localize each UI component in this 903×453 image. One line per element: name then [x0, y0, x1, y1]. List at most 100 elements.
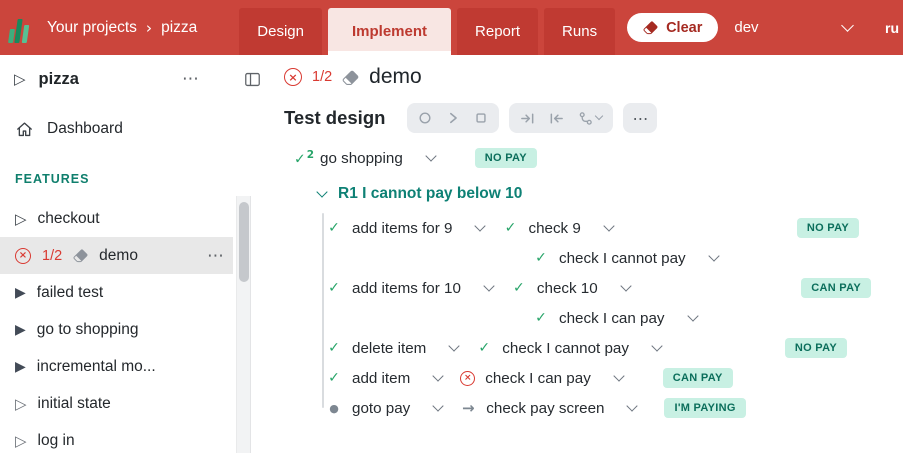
step-label[interactable]: check 10 — [537, 280, 598, 297]
chevron-down-icon[interactable] — [708, 250, 719, 261]
check-icon: ✓ — [326, 220, 342, 236]
run-controls-group — [407, 103, 499, 133]
step-row: ✓ add item × check I can pay CAN PAY — [282, 363, 903, 393]
tab-runs[interactable]: Runs — [544, 8, 615, 55]
chevron-down-icon[interactable] — [433, 400, 444, 411]
tab-report[interactable]: Report — [457, 8, 538, 55]
chevron-down-icon — [841, 19, 854, 32]
check-icon: ✓ — [511, 280, 527, 296]
sidebar-scrollbar[interactable] — [236, 196, 251, 453]
chevron-down-icon[interactable] — [620, 280, 631, 291]
step-label[interactable]: check I can pay — [485, 370, 591, 387]
sidebar-project-row[interactable]: ▷ pizza ⋯ — [0, 62, 272, 96]
chevron-down-icon[interactable] — [651, 340, 662, 351]
env-selector[interactable]: dev — [734, 19, 852, 36]
play-filled-icon: ▶ — [15, 322, 26, 338]
eraser-icon — [73, 248, 88, 263]
chevron-down-icon[interactable] — [603, 220, 614, 231]
chevron-down-icon[interactable] — [316, 186, 327, 197]
app-window: Your projects › pizza Design Implement R… — [0, 0, 903, 453]
chevron-down-icon[interactable] — [483, 280, 494, 291]
main-tabs: Design Implement Report Runs — [239, 8, 615, 55]
step-label[interactable]: check I cannot pay — [502, 340, 629, 357]
page-title: demo — [369, 65, 422, 89]
chevron-down-icon[interactable] — [613, 370, 624, 381]
step-label[interactable]: check I can pay — [559, 310, 665, 327]
section-title: Test design — [284, 107, 385, 129]
dashboard-label: Dashboard — [47, 120, 123, 138]
app-logo-icon[interactable] — [9, 13, 37, 43]
step-row: ✓ add items for 9 ✓ check 9 NO PAY — [282, 213, 903, 243]
step-label[interactable]: go shopping — [320, 150, 403, 167]
step-label[interactable]: goto pay — [352, 400, 410, 417]
sidebar-item-initial-state[interactable]: ▷ initial state — [0, 385, 233, 422]
arrow-right-icon: → — [460, 399, 476, 417]
record-button[interactable] — [418, 111, 432, 125]
chevron-down-icon[interactable] — [475, 220, 486, 231]
play-button[interactable] — [446, 111, 460, 125]
chevron-down-icon[interactable] — [425, 150, 436, 161]
status-badge: CAN PAY — [801, 278, 871, 298]
error-status-icon: × — [284, 68, 302, 86]
check-icon: ✓ — [533, 250, 549, 266]
step-forward-button[interactable] — [520, 111, 535, 126]
sidebar-item-checkout[interactable]: ▷ checkout — [0, 200, 233, 237]
home-icon — [15, 120, 34, 139]
step-back-button[interactable] — [549, 111, 564, 126]
demo-more-button[interactable]: ⋯ — [207, 246, 225, 266]
collapse-sidebar-icon[interactable] — [243, 70, 262, 89]
sidebar-item-go-to-shopping[interactable]: ▶ go to shopping — [0, 311, 233, 348]
step-label[interactable]: add item — [352, 370, 410, 387]
step-label[interactable]: add items for 9 — [352, 220, 452, 237]
play-filled-icon: ▶ — [15, 285, 26, 301]
status-badge: NO PAY — [797, 218, 859, 238]
sidebar: ▷ pizza ⋯ Dashboard FEATURES ▷ checkout … — [0, 55, 272, 453]
sidebar-item-log-in[interactable]: ▷ log in — [0, 422, 233, 453]
step-controls-group — [509, 103, 613, 133]
sidebar-item-dashboard[interactable]: Dashboard — [0, 112, 272, 146]
rule-group-label[interactable]: R1 I cannot pay below 10 — [338, 185, 522, 203]
chevron-down-icon[interactable] — [449, 340, 460, 351]
step-label[interactable]: check pay screen — [486, 400, 604, 417]
check-icon: ✓ — [502, 220, 518, 236]
step-label[interactable]: delete item — [352, 340, 426, 357]
status-badge: I'M PAYING — [664, 398, 745, 418]
error-status-icon: × — [15, 248, 31, 264]
clear-button[interactable]: Clear — [627, 13, 718, 42]
stop-button[interactable] — [474, 111, 488, 125]
breadcrumb-current[interactable]: pizza — [161, 19, 197, 37]
tab-design[interactable]: Design — [239, 8, 322, 55]
chevron-down-icon[interactable] — [687, 310, 698, 321]
check-icon: ✓ — [326, 370, 342, 386]
step-row: ● goto pay → check pay screen I'M PAYING — [282, 393, 903, 423]
branch-options-button[interactable] — [578, 111, 602, 126]
run-button[interactable]: ru — [885, 20, 903, 36]
tab-implement[interactable]: Implement — [328, 8, 451, 55]
breadcrumb: Your projects › pizza — [47, 19, 197, 37]
step-label[interactable]: add items for 10 — [352, 280, 461, 297]
project-more-button[interactable]: ⋯ — [182, 69, 200, 89]
breadcrumb-projects[interactable]: Your projects — [47, 19, 137, 37]
sidebar-item-demo[interactable]: × 1/2 demo ⋯ — [0, 237, 233, 274]
step-row: ✓ check I cannot pay — [282, 243, 903, 273]
eraser-icon — [342, 69, 359, 86]
chevron-down-icon[interactable] — [433, 370, 444, 381]
status-badge: NO PAY — [475, 148, 537, 168]
scrollbar-thumb[interactable] — [239, 202, 249, 282]
sidebar-project-name: pizza — [39, 70, 79, 89]
sidebar-item-failed-test[interactable]: ▶ failed test — [0, 274, 233, 311]
step-label[interactable]: check I cannot pay — [559, 250, 686, 267]
env-value: dev — [734, 19, 758, 36]
clear-button-label: Clear — [666, 20, 702, 36]
step-label[interactable]: check 9 — [528, 220, 580, 237]
sidebar-item-incremental[interactable]: ▶ incremental mo... — [0, 348, 233, 385]
check-icon: ✓ — [533, 310, 549, 326]
more-actions-button[interactable]: ⋯ — [623, 103, 657, 133]
chevron-down-icon — [595, 112, 603, 120]
step-row: ✓ delete item ✓ check I cannot pay NO PA… — [282, 333, 903, 363]
main-panel: × 1/2 demo Test design — [272, 55, 903, 453]
chevron-down-icon[interactable] — [627, 400, 638, 411]
document-header: × 1/2 demo — [282, 63, 903, 91]
check-icon: ✓2 — [294, 149, 310, 168]
step-row: ✓ check I can pay — [282, 303, 903, 333]
